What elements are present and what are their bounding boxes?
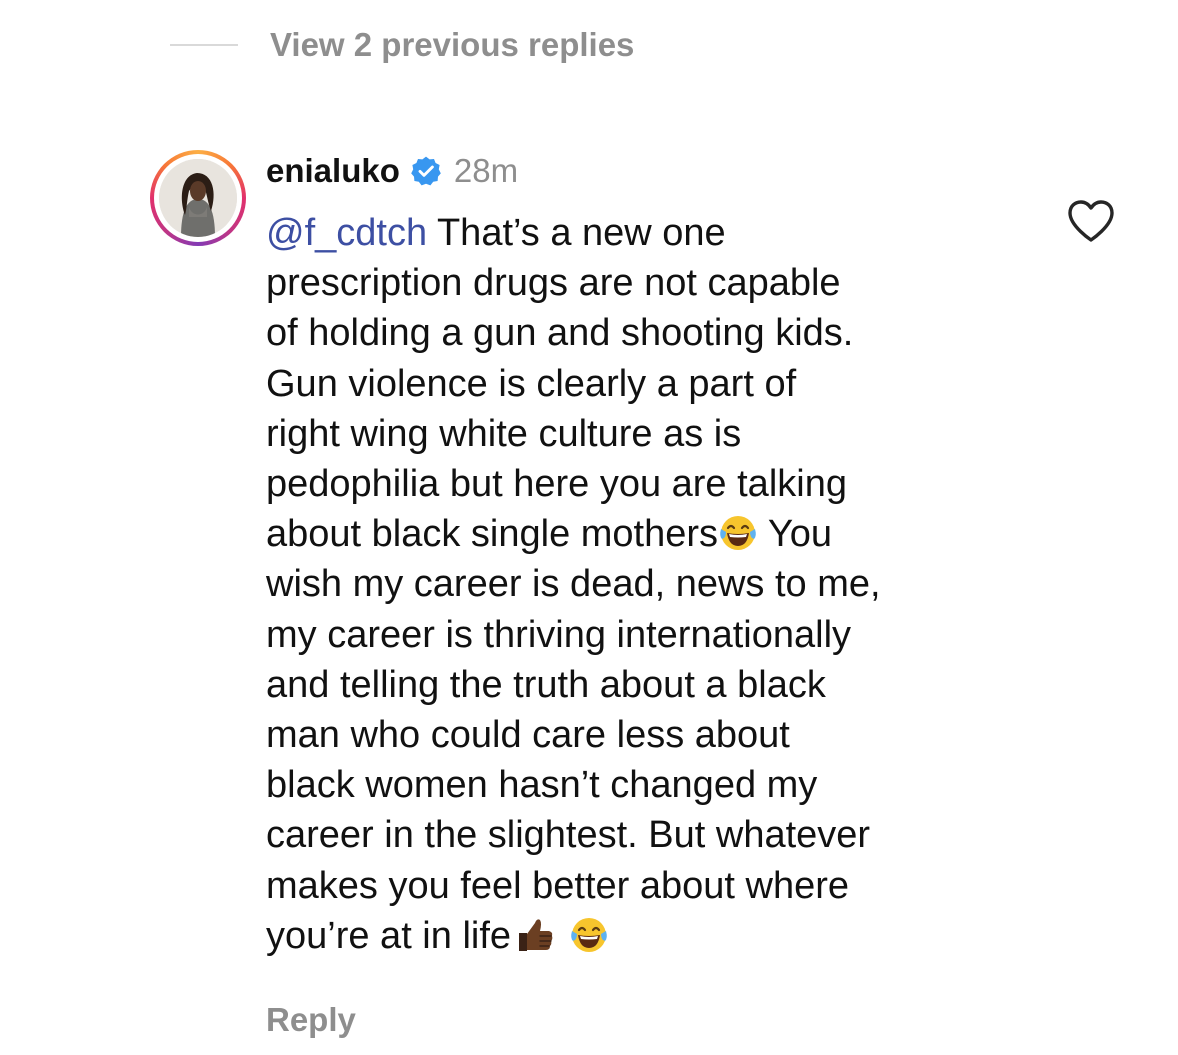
comment: enialuko 28m @f_cdtch That’s a new one p… (266, 148, 1046, 1039)
comment-line: my career is thriving internationally (266, 613, 852, 656)
comment-line-text: You (758, 513, 833, 556)
comment-header: enialuko 28m (266, 148, 1046, 194)
comment-line: and telling the truth about a black (266, 663, 826, 706)
comment-line: pedophilia but here you are talking (266, 463, 847, 506)
avatar-photo (159, 159, 237, 237)
comment-line: @f_cdtch That’s a new one (266, 208, 1046, 258)
comment-text: @f_cdtch That’s a new one prescription d… (266, 208, 1046, 961)
comment-line: wish my career is dead, news to me, (266, 563, 881, 606)
verified-badge-icon (411, 156, 441, 186)
comment-line: career in the slightest. But whatever (266, 814, 871, 857)
comment-line: of holding a gun and shooting kids. (266, 312, 854, 355)
comment-line-text: about black single mothers (266, 513, 719, 556)
mention-link[interactable]: @f_cdtch (266, 212, 427, 254)
view-previous-replies-label: View 2 previous replies (270, 26, 635, 63)
comment-line-text: you’re at in life (266, 914, 512, 957)
avatar[interactable] (150, 150, 246, 246)
comment-line: man who could care less about (266, 714, 790, 757)
view-previous-replies-button[interactable]: View 2 previous replies (170, 24, 634, 66)
laughing-tears-emoji (571, 917, 607, 952)
thread-line-divider (170, 44, 238, 46)
comment-line: prescription drugs are not capable (266, 262, 841, 305)
comment-line: about black single mothers You (266, 509, 1046, 559)
heart-outline-icon[interactable] (1066, 198, 1116, 244)
avatar-ring-gap (154, 154, 242, 242)
comment-line: makes you feel better about where (266, 864, 850, 907)
comment-timestamp: 28m (453, 152, 519, 189)
comment-line: black women hasn’t changed my (266, 764, 818, 807)
comment-line-text: That’s a new one (436, 212, 726, 254)
comment-line: right wing white culture as is (266, 412, 742, 455)
thumbs-up-emoji (519, 919, 553, 951)
comment-line: you’re at in life (266, 911, 1046, 961)
username-link[interactable]: enialuko (266, 152, 400, 190)
reply-button[interactable]: Reply (266, 1001, 1046, 1039)
laughing-tears-emoji (720, 516, 756, 551)
comment-line: Gun violence is clearly a part of (266, 362, 797, 405)
